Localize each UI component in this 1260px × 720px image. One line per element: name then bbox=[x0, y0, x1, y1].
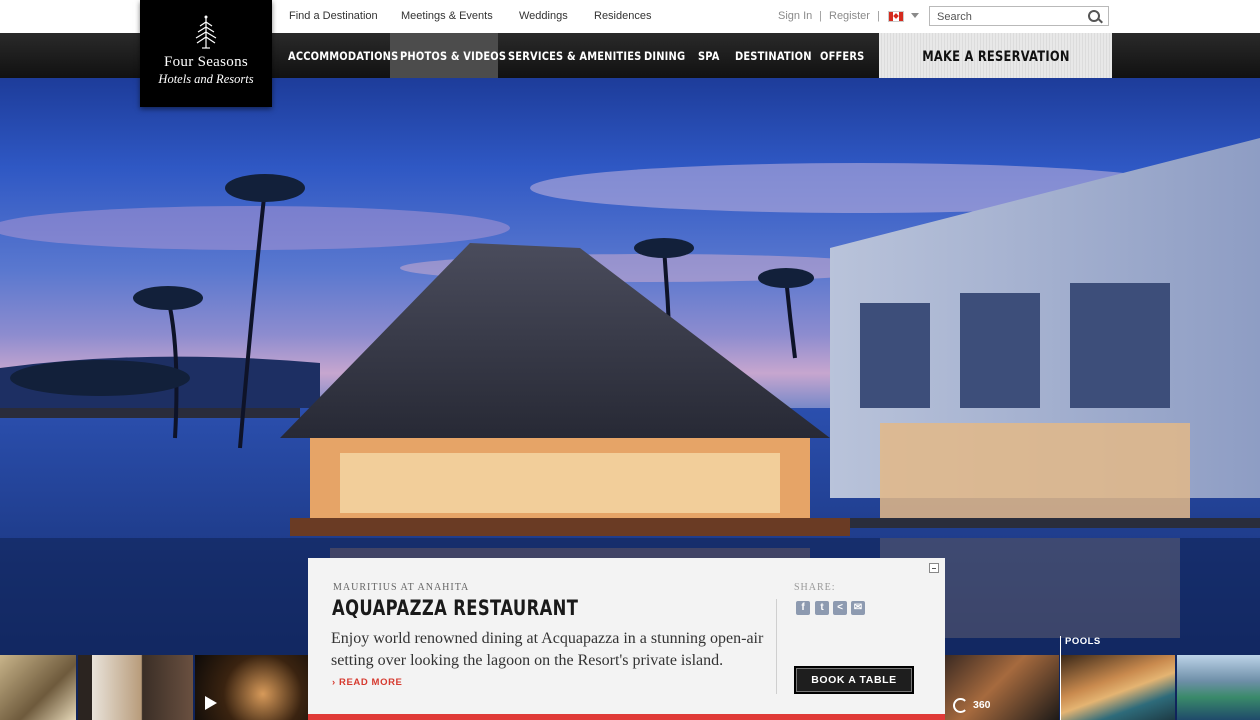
nav-spa[interactable]: SPA bbox=[698, 33, 720, 78]
nav-weddings[interactable]: Weddings bbox=[519, 10, 568, 22]
caption-location: MAURITIUS AT ANAHITA bbox=[333, 582, 470, 593]
make-reservation-button[interactable]: MAKE A RESERVATION bbox=[879, 33, 1112, 78]
tree-logo-icon bbox=[195, 15, 217, 49]
nav-find-destination[interactable]: Find a Destination bbox=[289, 10, 378, 22]
sign-in-link[interactable]: Sign In bbox=[778, 10, 812, 22]
separator: | bbox=[877, 10, 880, 22]
four-seasons-logo[interactable]: Four Seasons Hotels and Resorts bbox=[140, 0, 272, 107]
caption-title: AQUAPAZZA RESTAURANT bbox=[332, 596, 579, 620]
make-reservation-label: MAKE A RESERVATION bbox=[921, 49, 1070, 65]
twitter-icon[interactable]: t bbox=[815, 601, 829, 615]
play-icon[interactable] bbox=[205, 696, 217, 710]
minimize-icon[interactable] bbox=[929, 563, 939, 573]
nav-photos-videos[interactable]: PHOTOS & VIDEOS bbox=[400, 33, 506, 78]
facebook-icon[interactable]: f bbox=[796, 601, 810, 615]
search-box bbox=[929, 6, 1109, 26]
register-link[interactable]: Register bbox=[829, 10, 870, 22]
thumbnail-5[interactable] bbox=[1061, 655, 1175, 720]
separator: | bbox=[819, 10, 822, 22]
nav-residences[interactable]: Residences bbox=[594, 10, 651, 22]
search-icon[interactable] bbox=[1088, 10, 1100, 22]
search-input[interactable] bbox=[935, 8, 1089, 26]
share-icon[interactable]: < bbox=[833, 601, 847, 615]
canada-flag-icon[interactable] bbox=[888, 11, 904, 22]
logo-tagline: Hotels and Resorts bbox=[158, 72, 254, 86]
panorama-360-icon[interactable] bbox=[953, 698, 968, 713]
nav-dining[interactable]: DINING bbox=[644, 33, 685, 78]
thumbnail-2[interactable] bbox=[78, 655, 193, 720]
caption-description: Enjoy world renowned dining at Acquapazz… bbox=[331, 630, 764, 669]
panorama-360-label: 360 bbox=[973, 699, 991, 711]
read-more-link[interactable]: › READ MORE bbox=[332, 677, 402, 688]
email-icon[interactable]: ✉ bbox=[851, 601, 865, 615]
caption-accent-bar bbox=[308, 714, 945, 720]
nav-destination[interactable]: DESTINATION bbox=[735, 33, 812, 78]
thumbnail-6[interactable] bbox=[1177, 655, 1260, 720]
nav-services-amenities[interactable]: SERVICES & AMENITIES bbox=[508, 33, 641, 78]
chevron-down-icon[interactable] bbox=[911, 13, 919, 18]
divider bbox=[776, 599, 777, 694]
nav-accommodations[interactable]: ACCOMMODATIONS bbox=[288, 33, 398, 78]
thumbnail-3[interactable] bbox=[195, 655, 308, 720]
thumbnail-divider bbox=[1060, 636, 1061, 720]
share-label: SHARE: bbox=[794, 582, 836, 593]
nav-meetings-events[interactable]: Meetings & Events bbox=[401, 10, 493, 22]
nav-offers[interactable]: OFFERS bbox=[820, 33, 864, 78]
book-a-table-button[interactable]: BOOK A TABLE bbox=[794, 666, 914, 694]
thumbnail-1[interactable] bbox=[0, 655, 76, 720]
logo-brand: Four Seasons bbox=[163, 54, 249, 70]
pools-section-label: POOLS bbox=[1065, 636, 1101, 647]
